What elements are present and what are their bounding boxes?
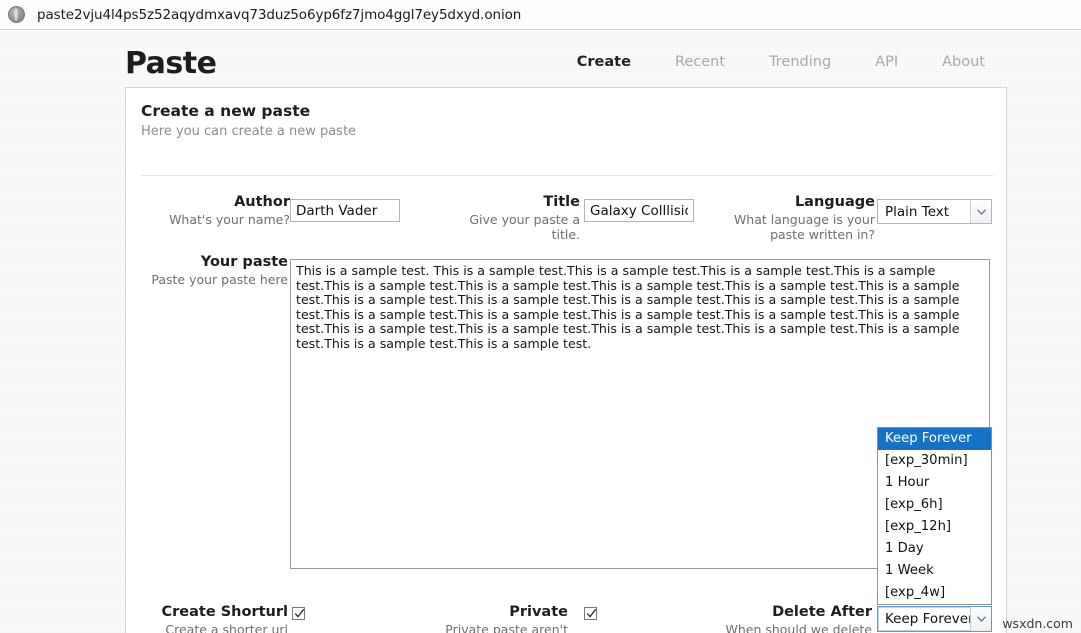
nav-item-trending[interactable]: Trending: [747, 54, 853, 70]
private-label: Private: [420, 604, 568, 621]
checkmark-icon: [585, 607, 598, 620]
nav-item-api[interactable]: API: [853, 54, 920, 70]
private-label-group: Private Private paste aren't shown in re…: [420, 604, 568, 633]
language-select-value: Plain Text: [878, 204, 970, 220]
dropdown-option-1-day[interactable]: 1 Day: [878, 538, 991, 560]
delete-after-label: Delete After: [712, 604, 872, 621]
nav-item-create[interactable]: Create: [555, 54, 653, 70]
shorturl-checkbox[interactable]: [292, 607, 305, 620]
language-select[interactable]: Plain Text: [877, 199, 992, 224]
page-canvas: Paste Create Recent Trending API About C…: [0, 31, 1081, 633]
title-input[interactable]: [584, 199, 694, 222]
shorturl-hint: Create a shorter url that redirects to y…: [140, 623, 288, 633]
nav-item-recent[interactable]: Recent: [653, 54, 747, 70]
tor-globe-icon: [8, 6, 25, 23]
dropdown-option-exp-4w[interactable]: [exp_4w]: [878, 582, 991, 604]
checkmark-icon: [293, 607, 306, 620]
author-input[interactable]: [290, 199, 400, 222]
paste-label: Your paste: [140, 254, 288, 271]
watermark: wsxdn.com: [1002, 616, 1073, 631]
author-hint: What's your name?: [160, 213, 290, 228]
delete-after-select[interactable]: Keep Forever: [877, 606, 992, 632]
dropdown-option-exp-12h[interactable]: [exp_12h]: [878, 516, 991, 538]
author-label-group: Author What's your name?: [160, 194, 290, 228]
dropdown-option-exp-30min[interactable]: [exp_30min]: [878, 450, 991, 472]
site-header: Paste Create Recent Trending API About: [125, 40, 1007, 92]
nav-item-about[interactable]: About: [920, 54, 1007, 70]
main-navigation: Create Recent Trending API About: [555, 54, 1007, 70]
site-brand-logo[interactable]: Paste: [125, 46, 216, 81]
language-label: Language: [725, 194, 875, 211]
dropdown-option-1-week[interactable]: 1 Week: [878, 560, 991, 582]
card-header: Create a new paste Here you can create a…: [141, 102, 993, 139]
delete-after-dropdown-list[interactable]: Keep Forever [exp_30min] 1 Hour [exp_6h]…: [877, 427, 992, 605]
dropdown-option-1-hour[interactable]: 1 Hour: [878, 472, 991, 494]
card-title: Create a new paste: [141, 102, 993, 120]
paste-hint: Paste your paste here: [140, 273, 288, 288]
card-subtitle: Here you can create a new paste: [141, 124, 993, 139]
title-label: Title: [440, 194, 580, 211]
dropdown-option-exp-6h[interactable]: [exp_6h]: [878, 494, 991, 516]
address-bar-url[interactable]: paste2vju4l4ps5z52aqydmxavq73duz5o6yp6fz…: [37, 7, 521, 23]
language-hint: What language is your paste written in?: [725, 213, 875, 243]
shorturl-label-group: Create Shorturl Create a shorter url tha…: [140, 604, 288, 633]
delete-after-select-value: Keep Forever: [878, 611, 970, 627]
delete-after-label-group: Delete After When should we delete your …: [712, 604, 872, 633]
chevron-down-icon: [970, 200, 991, 223]
title-label-group: Title Give your paste a title.: [440, 194, 580, 243]
language-label-group: Language What language is your paste wri…: [725, 194, 875, 243]
private-checkbox[interactable]: [584, 607, 597, 620]
title-hint: Give your paste a title.: [440, 213, 580, 243]
card-divider: [141, 175, 993, 176]
author-label: Author: [160, 194, 290, 211]
shorturl-label: Create Shorturl: [140, 604, 288, 621]
chevron-down-icon: [970, 607, 991, 631]
private-hint: Private paste aren't shown in recent lis…: [420, 623, 568, 633]
browser-toolbar: paste2vju4l4ps5z52aqydmxavq73duz5o6yp6fz…: [0, 0, 1081, 30]
dropdown-option-keep-forever[interactable]: Keep Forever: [878, 428, 991, 450]
paste-label-group: Your paste Paste your paste here: [140, 254, 288, 288]
delete-after-hint: When should we delete your paste?: [712, 623, 872, 633]
